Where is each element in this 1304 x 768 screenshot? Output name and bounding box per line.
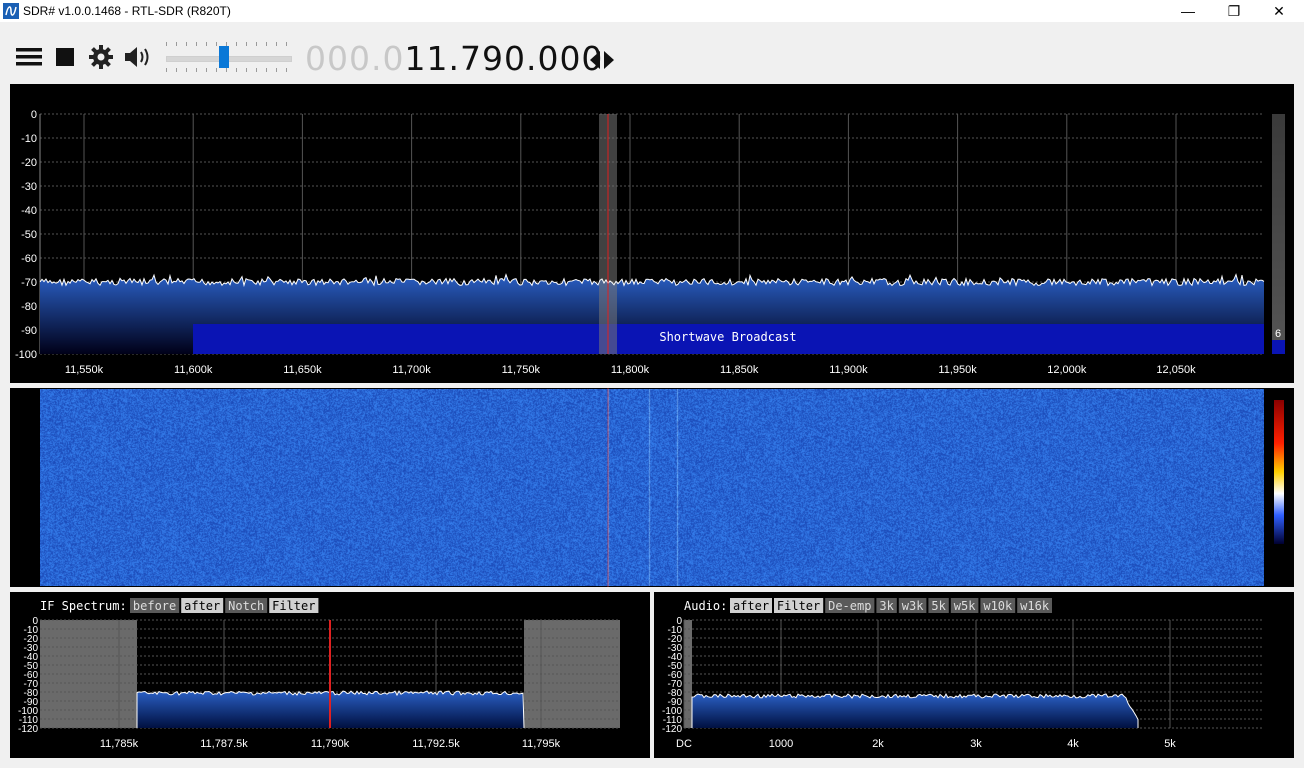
left-right-arrows-icon[interactable] [590,51,614,69]
au-button-label[interactable]: 5k [931,599,946,613]
spectrum-y-tick: -70 [21,277,37,289]
gain-value: 6 [1275,328,1281,340]
audio-spectrum-panel[interactable]: Audio: after Filter De-emp 3k w3k 5k w5k w10k w1… [654,592,1294,758]
spectrum-x-tick: 11,700k [392,364,431,376]
spectrum-y-tick: -50 [21,229,37,241]
speaker-icon[interactable] [124,46,152,68]
spectrum-x-tick: 11,900k [829,364,868,376]
spectrum-x-tick: 11,800k [611,364,650,376]
spectrum-y-tick: -90 [21,325,37,337]
toolbar: 000.011.790.000 [0,22,1304,84]
au-button-label[interactable]: w3k [902,599,924,613]
au-x-tick: 5k [1164,738,1176,750]
gain-bar-fill [1272,340,1285,354]
title-bar: SDR# v1.0.0.1468 - RTL-SDR (R820T) — ❐ ✕ [0,0,1304,22]
volume-ticks-bottom [166,68,292,72]
au-x-tick: 2k [872,738,884,750]
waterfall-overlay [607,388,1284,587]
stop-square-icon[interactable] [56,46,74,68]
spectrum-analyzer[interactable]: Shortwave Broadcast 0 -10 -20 -30 -40 -50 -60 -… [10,84,1294,383]
gear-icon[interactable] [89,45,113,69]
au-button-label[interactable]: w16k [1020,599,1050,613]
spectrum-x-tick: 12,000k [1047,364,1087,376]
spectrum-y-tick: -10 [21,133,37,145]
spectrum-x-tick: 11,950k [938,364,977,376]
spectrum-y-tick: -40 [21,205,37,217]
hamburger-menu-icon[interactable] [16,46,42,68]
volume-slider-thumb[interactable] [219,46,230,68]
if-button-label[interactable]: Notch [228,599,264,613]
frequency-digits[interactable]: 11.790.000 [404,39,603,78]
spectrum-panel[interactable]: Shortwave Broadcast 0 -10 -20 -30 -40 -50 -60 -… [10,84,1294,383]
gain-bar[interactable] [1272,114,1285,354]
if-spectrum-chart[interactable]: IF Spectrum: before after Notch Filter 0-10… [10,592,650,758]
if-x-tick: 11,790k [311,738,350,750]
app-logo-icon [3,3,19,19]
if-x-tick: 11,787.5k [200,738,248,750]
spectrum-y-tick: -60 [21,253,37,265]
spectrum-y-tick: -20 [21,157,37,169]
if-button-label[interactable]: Filter [272,599,315,613]
spectrum-x-tick: 11,850k [720,364,759,376]
au-button-label[interactable]: w5k [954,599,976,613]
audio-spectrum-fill [692,694,1138,728]
if-y-tick: -120 [18,724,38,735]
spectrum-y-tick: -80 [21,301,37,313]
spectrum-y-tick: 0 [31,109,37,121]
au-x-tick: 4k [1067,738,1079,750]
frequency-leading-digits[interactable]: 000.0 [305,39,404,78]
if-spectrum-panel[interactable]: IF Spectrum: before after Notch Filter 0 -10… [10,592,650,758]
audio-label: Audio: [684,599,727,613]
spectrum-x-tick: 11,600k [174,364,213,376]
au-button-label[interactable]: Filter [777,599,820,613]
frequency-display[interactable]: 000.011.790.000 [305,39,603,78]
if-x-tick: 11,792.5k [412,738,460,750]
spectrum-x-tick: 11,750k [502,364,541,376]
spectrum-x-tick: 11,550k [65,364,104,376]
if-x-tick: 11,795k [522,738,561,750]
au-button-label[interactable]: w10k [983,599,1013,613]
band-label: Shortwave Broadcast [659,330,796,344]
au-button-label[interactable]: De-emp [828,599,871,613]
if-button-label[interactable]: after [184,599,220,613]
spectrum-y-tick: -100 [15,349,37,361]
au-x-tick: 3k [970,738,982,750]
window-title: SDR# v1.0.0.1468 - RTL-SDR (R820T) [23,4,231,18]
maximize-button[interactable]: ❐ [1211,0,1257,22]
spectrum-y-tick: -30 [21,181,37,193]
audio-spectrum-chart[interactable]: Audio: after Filter De-emp 3k w3k 5k w5k w10k w1… [654,592,1294,758]
spectrum-x-tick: 11,650k [283,364,322,376]
waterfall-color-scale [1274,400,1284,544]
au-button-label[interactable]: after [733,599,769,613]
au-y-tick: -120 [662,724,682,735]
au-x-tick: DC [676,738,692,750]
au-x-tick: 1000 [769,738,793,750]
waterfall-panel[interactable] [10,388,1294,587]
if-button-label[interactable]: before [133,599,176,613]
minimize-button[interactable]: — [1165,0,1211,22]
if-spectrum-label: IF Spectrum: [40,599,127,613]
spectrum-x-tick: 12,050k [1156,364,1196,376]
au-button-label[interactable]: 3k [879,599,894,613]
if-x-tick: 11,785k [100,738,139,750]
close-button[interactable]: ✕ [1256,0,1302,22]
